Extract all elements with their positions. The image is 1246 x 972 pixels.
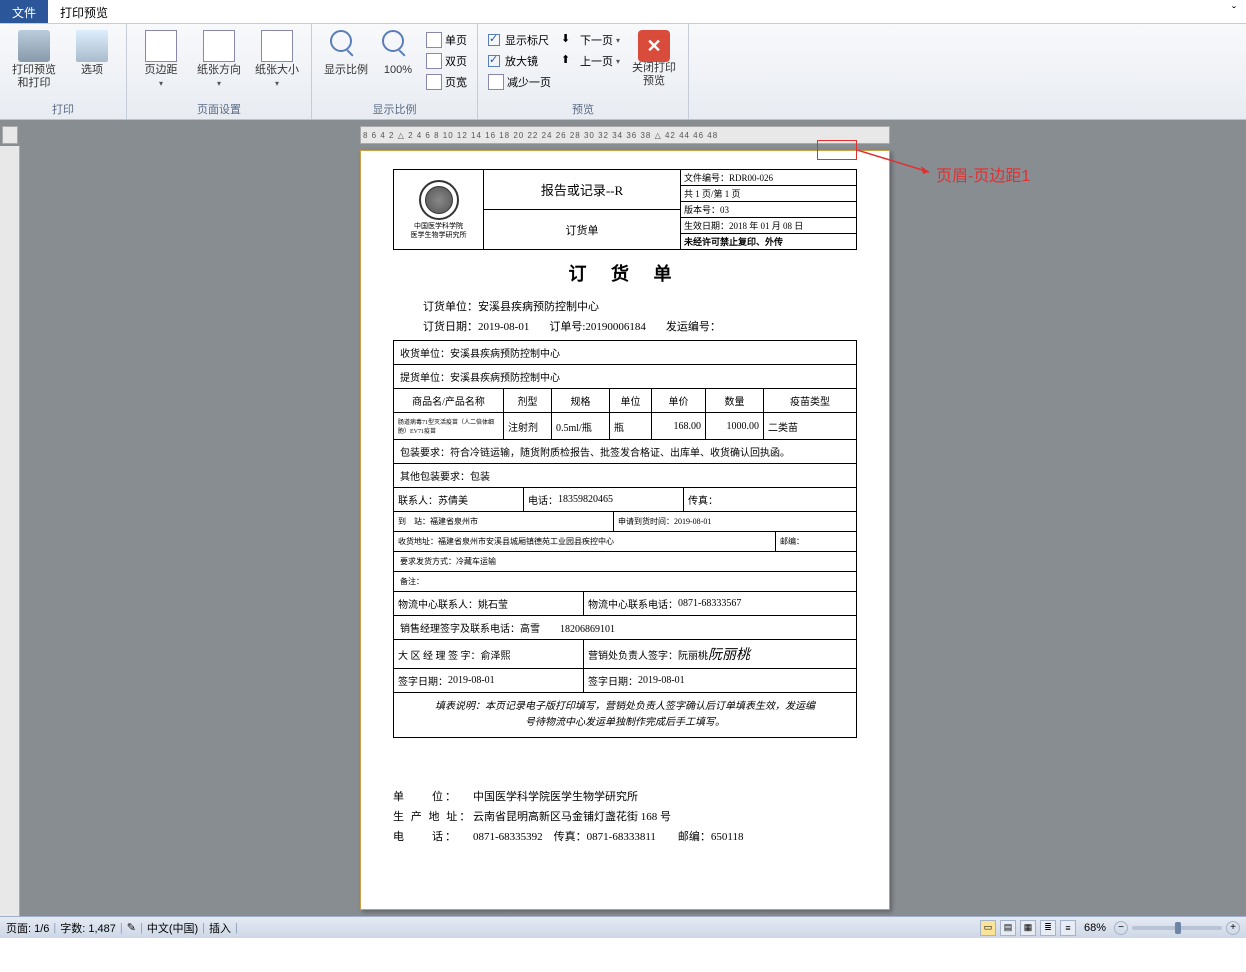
ruler-corner bbox=[2, 126, 18, 144]
status-bar: 页面: 1/6| 字数: 1,487| ✎| 中文(中国)| 插入| ▭ ▤ ▦… bbox=[0, 916, 1246, 938]
document-page: 中国医学科学院医学生物学研究所 报告或记录--R 订货单 文件编号：RDR00-… bbox=[360, 150, 890, 910]
minimize-ribbon-icon[interactable]: ˇ bbox=[1222, 0, 1246, 23]
annotation-text: 页眉-页边距1 bbox=[936, 162, 1030, 186]
horizontal-ruler[interactable]: 8 6 4 2 △ 2 4 6 8 10 12 14 16 18 20 22 2… bbox=[360, 126, 890, 144]
paper-size-button[interactable]: 纸张大小▾ bbox=[249, 26, 305, 94]
status-page[interactable]: 页面: 1/6 bbox=[6, 920, 49, 936]
close-preview-button[interactable]: ✕ 关闭打印预览 bbox=[626, 26, 682, 92]
doc-logo: 中国医学科学院医学生物学研究所 bbox=[394, 170, 484, 249]
page-width-button[interactable]: 页宽 bbox=[422, 72, 471, 92]
tab-file[interactable]: 文件 bbox=[0, 0, 48, 23]
print-preview-and-print-button[interactable]: 打印预览和打印 bbox=[6, 26, 62, 94]
paper-size-icon bbox=[261, 30, 293, 62]
group-label-page-setup: 页面设置 bbox=[133, 99, 305, 119]
two-page-button[interactable]: 双页 bbox=[422, 51, 471, 71]
two-page-icon bbox=[426, 53, 442, 69]
show-ruler-checkbox[interactable]: 显示标尺 bbox=[484, 30, 555, 50]
arrow-up-icon: ⬆ bbox=[561, 53, 577, 69]
margins-icon bbox=[145, 30, 177, 62]
view-web-button[interactable]: ▦ bbox=[1020, 920, 1036, 936]
magnifier-checkbox[interactable]: 放大镜 bbox=[484, 51, 555, 71]
group-label-preview: 预览 bbox=[484, 99, 682, 119]
doc-title: 订 货 单 bbox=[393, 260, 857, 286]
preview-canvas: 8 6 4 2 △ 2 4 6 8 10 12 14 16 18 20 22 2… bbox=[0, 120, 1246, 916]
close-icon: ✕ bbox=[638, 30, 670, 62]
checkbox-on-icon bbox=[488, 34, 500, 46]
view-print-layout-button[interactable]: ▭ bbox=[980, 920, 996, 936]
page-width-icon bbox=[426, 74, 442, 90]
status-insert-mode[interactable]: 插入 bbox=[209, 920, 231, 936]
zoom-button[interactable]: 显示比例 bbox=[318, 26, 374, 81]
vertical-ruler[interactable] bbox=[0, 146, 20, 916]
one-less-page-button[interactable]: 减少一页 bbox=[484, 72, 555, 92]
orientation-button[interactable]: 纸张方向▾ bbox=[191, 26, 247, 94]
zoom-slider[interactable] bbox=[1132, 926, 1222, 930]
annotation-box bbox=[817, 140, 857, 160]
next-page-button[interactable]: ⬇下一页 ▾ bbox=[557, 30, 624, 50]
prev-page-button[interactable]: ⬆上一页 ▾ bbox=[557, 51, 624, 71]
checkbox-on-icon bbox=[488, 55, 500, 67]
single-page-icon bbox=[426, 32, 442, 48]
status-words[interactable]: 字数: 1,487 bbox=[60, 920, 116, 936]
tab-bar: 文件 打印预览 ˇ bbox=[0, 0, 1246, 24]
tab-print-preview[interactable]: 打印预览 bbox=[48, 0, 120, 23]
group-label-zoom: 显示比例 bbox=[318, 99, 471, 119]
arrow-down-icon: ⬇ bbox=[561, 32, 577, 48]
orientation-icon bbox=[203, 30, 235, 62]
doc-file-no: 文件编号：RDR00-026 bbox=[681, 170, 856, 186]
doc-header-subtitle: 订货单 bbox=[484, 210, 680, 249]
ribbon: 打印预览和打印 选项 打印 页边距▾ 纸张方向▾ 纸张大小▾ 页面设置 bbox=[0, 24, 1246, 120]
annotation-arrow bbox=[857, 150, 937, 180]
single-page-button[interactable]: 单页 bbox=[422, 30, 471, 50]
group-label-print: 打印 bbox=[6, 99, 120, 119]
zoom-100-button[interactable]: 100% bbox=[376, 26, 420, 81]
magnifier-100-icon bbox=[382, 30, 404, 52]
options-icon bbox=[76, 30, 108, 62]
zoom-out-button[interactable]: − bbox=[1114, 921, 1128, 935]
doc-version: 版本号：03 bbox=[681, 202, 856, 218]
view-outline-button[interactable]: ≣ bbox=[1040, 920, 1056, 936]
magnifier-icon bbox=[330, 30, 352, 52]
printer-icon bbox=[18, 30, 50, 62]
doc-effective-date: 生效日期：2018 年 01 月 08 日 bbox=[681, 218, 856, 234]
status-zoom[interactable]: 68% bbox=[1084, 922, 1106, 934]
margins-button[interactable]: 页边距▾ bbox=[133, 26, 189, 94]
doc-header-title: 报告或记录--R bbox=[484, 170, 680, 210]
order-meta-line: 订货日期：2019-08-01 订单号:20190006184 发运编号： bbox=[393, 316, 857, 336]
status-spellcheck-icon[interactable]: ✎ bbox=[127, 921, 136, 934]
shrink-icon bbox=[488, 74, 504, 90]
doc-footer: 单 位：中国医学科学院医学生物学研究所 生 产 地 址：云南省昆明高新区马金铺灯… bbox=[393, 788, 857, 847]
doc-confidential: 未经许可禁止复印、外传 bbox=[681, 234, 856, 249]
doc-page-count: 共 1 页/第 1 页 bbox=[681, 186, 856, 202]
options-button[interactable]: 选项 bbox=[64, 26, 120, 81]
doc-main-table: 收货单位：安溪县疾病预防控制中心 提货单位：安溪县疾病预防控制中心 商品名/产品… bbox=[393, 340, 857, 738]
view-draft-button[interactable]: ≡ bbox=[1060, 920, 1076, 936]
view-reading-button[interactable]: ▤ bbox=[1000, 920, 1016, 936]
doc-header-box: 中国医学科学院医学生物学研究所 报告或记录--R 订货单 文件编号：RDR00-… bbox=[393, 169, 857, 250]
order-unit-line: 订货单位：安溪县疾病预防控制中心 bbox=[393, 296, 857, 316]
status-language[interactable]: 中文(中国) bbox=[147, 920, 198, 936]
zoom-in-button[interactable]: + bbox=[1226, 921, 1240, 935]
